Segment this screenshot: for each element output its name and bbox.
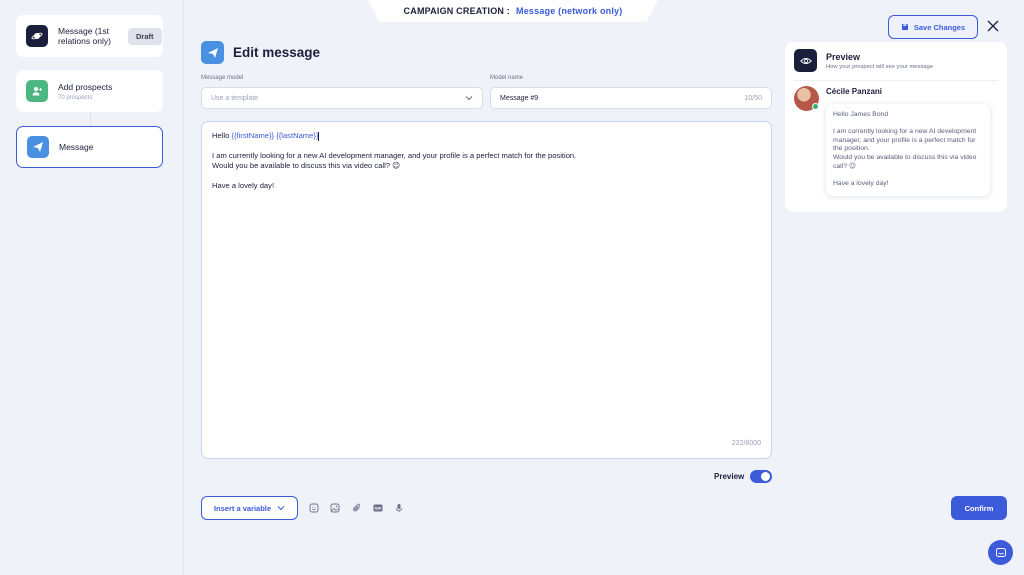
character-count: 222/8000 bbox=[731, 440, 761, 447]
preview-toggle[interactable] bbox=[750, 470, 773, 483]
model-name-count: 10/50 bbox=[744, 94, 762, 102]
image-icon[interactable] bbox=[328, 501, 342, 515]
campaign-banner: CAMPAIGN CREATION : Message (network onl… bbox=[368, 0, 658, 22]
prospect-count: 70 prospects bbox=[58, 94, 93, 101]
preview-toggle-label: Preview bbox=[714, 472, 745, 481]
model-name-value: Message #9 bbox=[500, 94, 539, 102]
banner-value: Message (network only) bbox=[516, 6, 623, 16]
draft-badge: Draft bbox=[128, 27, 162, 45]
step-title: Add prospects bbox=[58, 81, 113, 92]
text-caret bbox=[318, 131, 320, 141]
step-add-prospects[interactable]: Add prospects 70 prospects bbox=[16, 70, 163, 112]
chevron-down-icon bbox=[465, 96, 473, 101]
bubble-line: Would you be available to discuss this v… bbox=[833, 153, 977, 170]
save-icon bbox=[901, 24, 908, 30]
preview-subtitle: How your prospect will see your message bbox=[826, 64, 933, 70]
steps-sidebar: Message (1st relations only) Draft Add p… bbox=[0, 0, 184, 575]
paperclip-icon[interactable] bbox=[350, 501, 364, 515]
eye-icon bbox=[794, 49, 817, 72]
sender-name: Cécile Panzani bbox=[826, 87, 883, 96]
step-title: Message bbox=[59, 142, 94, 152]
model-name-label: Model name bbox=[490, 75, 524, 81]
bubble-line: I am currently looking for a new AI deve… bbox=[833, 128, 977, 153]
online-status-dot bbox=[812, 103, 819, 110]
model-placeholder: Use a template bbox=[211, 94, 259, 102]
message-line: I am currently looking for a new AI deve… bbox=[212, 151, 577, 160]
banner-label: CAMPAIGN CREATION : bbox=[403, 6, 511, 16]
insert-variable-label: Insert a variable bbox=[213, 503, 272, 513]
page-title: Edit message bbox=[233, 45, 321, 60]
svg-text:GIF: GIF bbox=[374, 506, 382, 511]
send-icon bbox=[201, 41, 224, 64]
confirm-button[interactable]: Confirm bbox=[951, 496, 1007, 520]
microphone-icon[interactable] bbox=[392, 501, 406, 515]
divider bbox=[794, 80, 998, 81]
variable-last-name[interactable]: {{lastName}} bbox=[276, 131, 318, 140]
message-model-label: Message model bbox=[201, 75, 244, 81]
bubble-line: Hello James Bond bbox=[833, 111, 889, 118]
close-icon[interactable] bbox=[985, 18, 1001, 34]
message-editor[interactable]: Hello {{firstName}} {{lastName}} I am cu… bbox=[201, 121, 772, 459]
chevron-down-icon bbox=[277, 506, 285, 511]
planet-icon bbox=[26, 25, 48, 47]
preview-toggle-group: Preview bbox=[714, 470, 773, 483]
step-message-first-relations[interactable]: Message (1st relations only) Draft bbox=[16, 15, 163, 57]
message-bubble: Hello James Bond I am currently looking … bbox=[826, 104, 990, 196]
bubble-line: Have a lovely day! bbox=[833, 179, 889, 187]
model-name-input[interactable]: Message #9 10/50 bbox=[490, 87, 772, 109]
greeting-line: Hello {{firstName}} {{lastName}} bbox=[212, 131, 761, 141]
variable-first-name[interactable]: {{firstName}} bbox=[231, 131, 274, 140]
save-changes-button[interactable]: Save Changes bbox=[888, 15, 978, 39]
step-connector bbox=[90, 112, 91, 126]
insert-variable-button[interactable]: Insert a variable bbox=[201, 496, 298, 520]
save-changes-label: Save Changes bbox=[913, 22, 966, 32]
chat-icon bbox=[995, 547, 1006, 557]
emoji-icon[interactable] bbox=[307, 501, 321, 515]
preview-title: Preview bbox=[826, 52, 861, 62]
user-add-icon bbox=[26, 80, 48, 102]
step-title: Message (1st relations only) bbox=[58, 26, 111, 46]
message-model-select[interactable]: Use a template bbox=[201, 87, 483, 109]
greeting-text: Hello bbox=[212, 131, 230, 140]
chat-support-button[interactable] bbox=[988, 540, 1013, 565]
step-message[interactable]: Message bbox=[16, 126, 163, 168]
message-line: Would you be available to discuss this v… bbox=[212, 161, 401, 170]
message-line: Have a lovely day! bbox=[212, 181, 275, 190]
preview-panel: Preview How your prospect will see your … bbox=[785, 42, 1007, 212]
gif-icon[interactable]: GIF bbox=[371, 501, 385, 515]
send-icon bbox=[27, 136, 49, 158]
